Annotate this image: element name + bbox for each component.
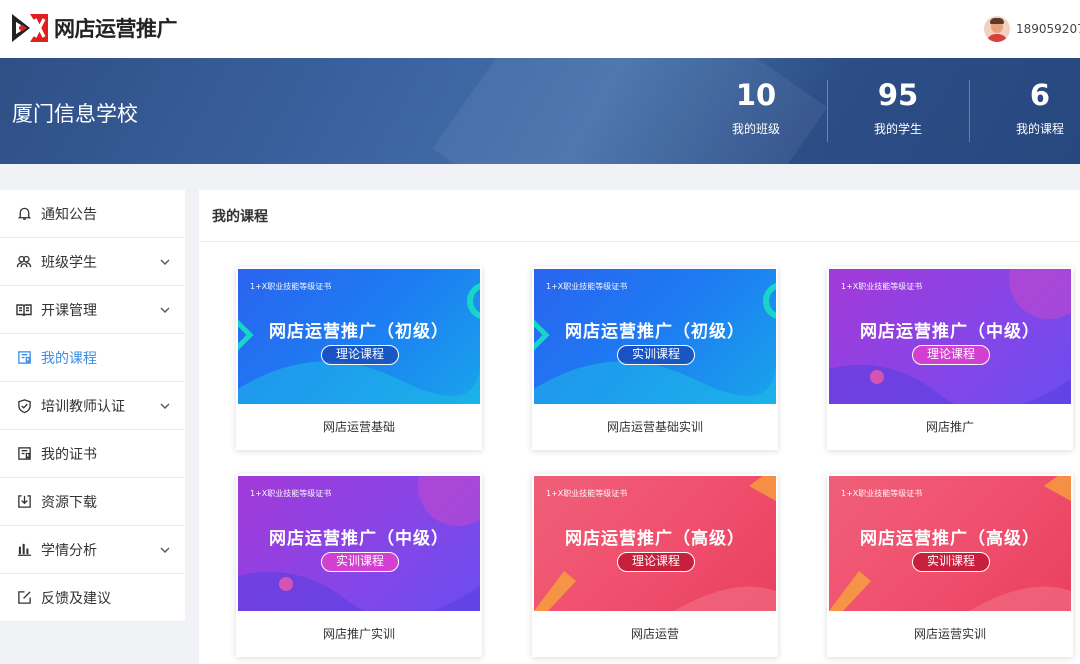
course-cover-title: 网店运营推广（高级） (565, 529, 745, 549)
stat-value: 95 (877, 78, 919, 112)
course-card[interactable]: 1+X职业技能等级证书 网店运营推广（高级） 实训课程 网店运营实训 (827, 474, 1073, 657)
sidebar-item-label: 培训教师认证 (41, 398, 125, 415)
shield-check-icon (16, 398, 32, 414)
stat-label: 我的学生 (873, 121, 922, 136)
chevron-down-icon[interactable] (159, 544, 171, 556)
course-type-badge: 实训课程 (912, 552, 990, 572)
course-cover[interactable]: 1+X职业技能等级证书 网店运营推广（中级） 理论课程 (829, 269, 1071, 404)
course-cover[interactable]: 1+X职业技能等级证书 网店运营推广（高级） 实训课程 (829, 476, 1071, 611)
edit-icon (16, 590, 32, 606)
sidebar-item-feedback[interactable]: 反馈及建议 (0, 574, 185, 622)
sidebar-item-label: 学情分析 (41, 542, 97, 559)
sidebar-item-course-management[interactable]: 开课管理 (0, 286, 185, 334)
logo-icon (10, 10, 50, 46)
sidebar-item-resource-download[interactable]: 资源下载 (0, 478, 185, 526)
course-name[interactable]: 网店运营实训 (827, 611, 1073, 657)
course-cover-title: 网店运营推广（高级） (860, 529, 1040, 549)
my-courses-panel: 我的课程 1+X职业技能等级证书 网店运营推广（初级） 理论课程 网店运营基础 … (199, 190, 1080, 664)
course-cover-title: 网店运营推广（中级） (860, 322, 1040, 342)
course-name[interactable]: 网店运营基础实训 (532, 404, 778, 450)
school-name: 厦门信息学校 (12, 102, 138, 126)
course-card[interactable]: 1+X职业技能等级证书 网店运营推广（中级） 理论课程 网店推广 (827, 267, 1073, 450)
avatar[interactable] (984, 16, 1010, 42)
top-bar: 网店运营推广 189059207 (0, 0, 1080, 58)
sidebar-item-class-students[interactable]: 班级学生 (0, 238, 185, 286)
course-cover[interactable]: 1+X职业技能等级证书 网店运营推广（初级） 实训课程 (534, 269, 776, 404)
sidebar-item-learning-analytics[interactable]: 学情分析 (0, 526, 185, 574)
certificate-label: 1+X职业技能等级证书 (841, 282, 923, 291)
course-cover-title: 网店运营推广（初级） (269, 322, 449, 342)
certificate-label: 1+X职业技能等级证书 (841, 489, 923, 498)
school-banner: 厦门信息学校 10 我的班级 95 我的学生 6 我的课程 (0, 58, 1080, 164)
certificate-label: 1+X职业技能等级证书 (250, 282, 332, 291)
certificate-label: 1+X职业技能等级证书 (250, 489, 332, 498)
chevron-down-icon[interactable] (159, 256, 171, 268)
username[interactable]: 189059207 (1016, 22, 1080, 36)
course-icon (16, 350, 32, 366)
sidebar-item-label: 资源下载 (41, 494, 97, 511)
course-name[interactable]: 网店运营 (532, 611, 778, 657)
sidebar-item-my-certificates[interactable]: 我的证书 (0, 430, 185, 478)
course-cover-title: 网店运营推广（中级） (269, 529, 449, 549)
sidebar-item-label: 我的课程 (41, 350, 97, 367)
course-type-badge: 实训课程 (321, 552, 399, 572)
sidebar-item-label: 通知公告 (41, 206, 97, 223)
sidebar-item-teacher-certification[interactable]: 培训教师认证 (0, 382, 185, 430)
panel-title: 我的课程 (199, 190, 1080, 242)
certificate-label: 1+X职业技能等级证书 (546, 489, 628, 498)
course-type-badge: 实训课程 (617, 345, 695, 365)
book-open-icon (16, 302, 32, 318)
stat-value: 6 (1029, 78, 1051, 112)
user-menu[interactable]: 189059207 (984, 16, 1080, 42)
stat-value: 10 (735, 78, 777, 112)
course-cover[interactable]: 1+X职业技能等级证书 网店运营推广（初级） 理论课程 (238, 269, 480, 404)
course-card[interactable]: 1+X职业技能等级证书 网店运营推广（初级） 理论课程 网店运营基础 (236, 267, 482, 450)
course-card[interactable]: 1+X职业技能等级证书 网店运营推广（高级） 理论课程 网店运营 (532, 474, 778, 657)
download-icon (16, 494, 32, 510)
stat-classes[interactable]: 10 我的班级 (696, 78, 816, 137)
bell-icon (16, 206, 32, 222)
course-cover-title: 网店运营推广（初级） (565, 322, 745, 342)
sidebar-item-label: 我的证书 (41, 446, 97, 463)
course-name[interactable]: 网店推广实训 (236, 611, 482, 657)
stat-label: 我的课程 (1015, 121, 1064, 136)
course-card[interactable]: 1+X职业技能等级证书 网店运营推广（中级） 实训课程 网店推广实训 (236, 474, 482, 657)
sidebar-item-label: 反馈及建议 (41, 590, 111, 607)
logo[interactable]: 网店运营推广 (10, 10, 178, 46)
course-cover[interactable]: 1+X职业技能等级证书 网店运营推广（中级） 实训课程 (238, 476, 480, 611)
certificate-icon (16, 446, 32, 462)
sidebar-item-notices[interactable]: 通知公告 (0, 190, 185, 238)
course-type-badge: 理论课程 (617, 552, 695, 572)
students-icon (16, 254, 32, 270)
logo-text: 网店运营推广 (54, 17, 178, 41)
divider (969, 80, 970, 142)
certificate-label: 1+X职业技能等级证书 (546, 282, 628, 291)
stat-courses[interactable]: 6 我的课程 (980, 78, 1080, 137)
stat-students[interactable]: 95 我的学生 (838, 78, 958, 137)
sidebar-nav: 通知公告 班级学生 开课管理 我的课程 培训教师认证 我的证书 资源下载 学情分… (0, 190, 185, 622)
course-card[interactable]: 1+X职业技能等级证书 网店运营推广（初级） 实训课程 网店运营基础实训 (532, 267, 778, 450)
course-cover[interactable]: 1+X职业技能等级证书 网店运营推广（高级） 理论课程 (534, 476, 776, 611)
course-name[interactable]: 网店推广 (827, 404, 1073, 450)
course-name[interactable]: 网店运营基础 (236, 404, 482, 450)
sidebar-item-label: 开课管理 (41, 302, 97, 319)
chevron-down-icon[interactable] (159, 304, 171, 316)
course-type-badge: 理论课程 (912, 345, 990, 365)
bar-chart-icon (16, 542, 32, 558)
stat-label: 我的班级 (731, 121, 780, 136)
sidebar-item-label: 班级学生 (41, 254, 97, 271)
chevron-down-icon[interactable] (159, 400, 171, 412)
course-type-badge: 理论课程 (321, 345, 399, 365)
divider (827, 80, 828, 142)
sidebar-item-my-courses[interactable]: 我的课程 (0, 334, 185, 382)
